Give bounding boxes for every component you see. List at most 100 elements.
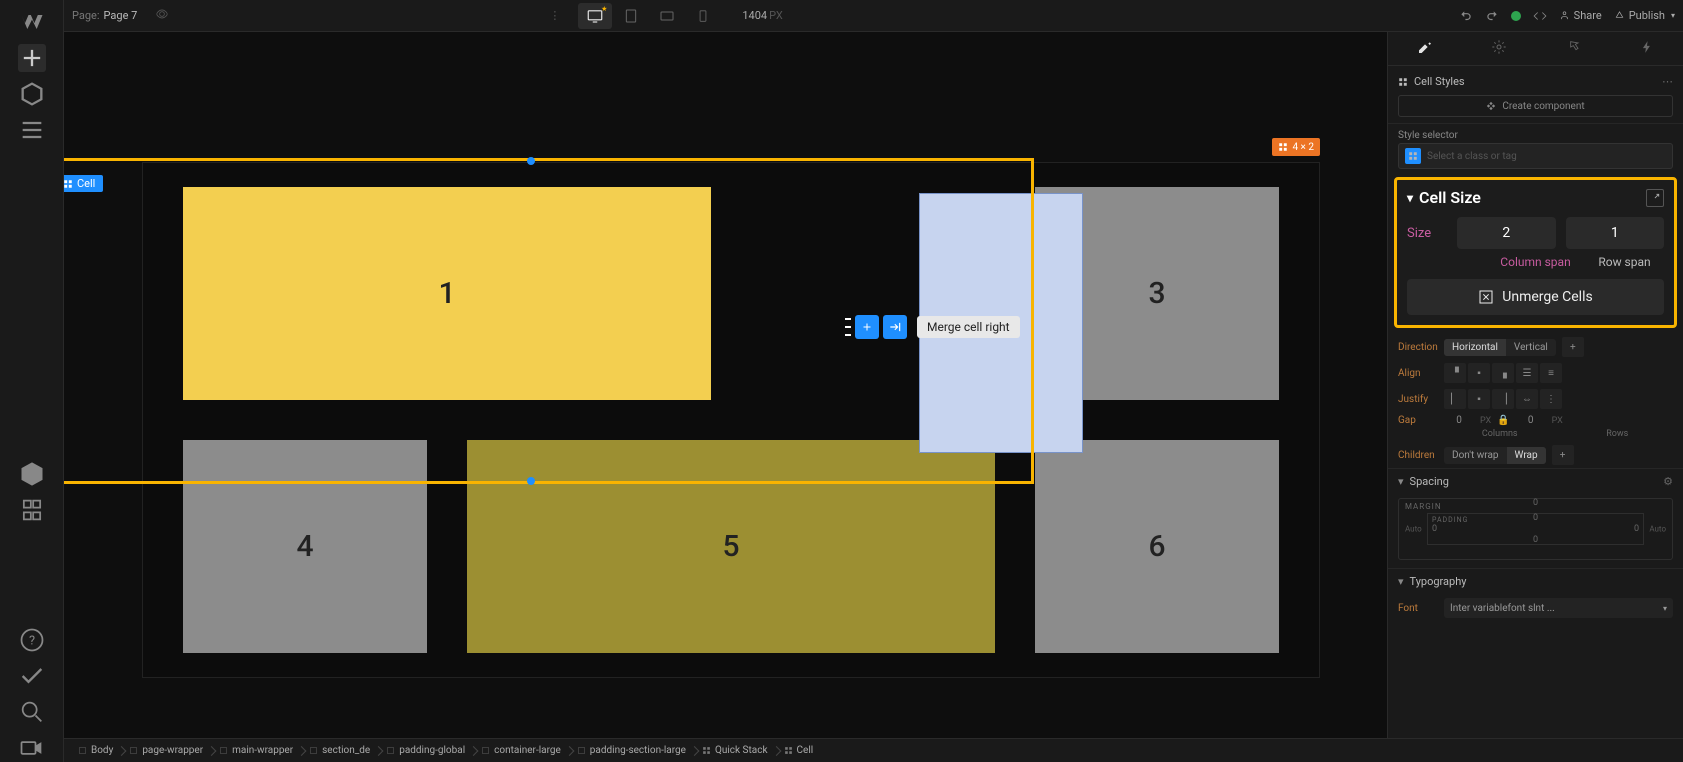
- margin-top[interactable]: 0: [1533, 498, 1538, 508]
- crumb-padding-global[interactable]: padding-global: [380, 743, 471, 758]
- viewport-size[interactable]: 1404PX: [742, 9, 782, 22]
- grid-size-badge[interactable]: 4 × 2: [1272, 138, 1320, 156]
- grid-cell-1[interactable]: 1: [183, 187, 711, 400]
- device-desktop[interactable]: ★: [578, 3, 612, 29]
- canvas[interactable]: 4 × 2 1 3 4 5 6 Merge cell right Cell: [64, 32, 1387, 738]
- crumb-cell[interactable]: Cell: [778, 743, 820, 758]
- align-end[interactable]: ▗: [1492, 363, 1514, 383]
- expand-icon[interactable]: [1646, 189, 1664, 207]
- tab-settings[interactable]: [1491, 39, 1507, 58]
- cms-button[interactable]: [18, 496, 46, 524]
- padding-left[interactable]: 0: [1432, 524, 1437, 534]
- justify-around[interactable]: ⋮: [1540, 389, 1562, 409]
- tab-style[interactable]: [1417, 39, 1433, 58]
- grid-cell-4[interactable]: 4: [183, 440, 427, 653]
- justify-start[interactable]: ▏: [1444, 389, 1466, 409]
- cell-size-card: ▾ Cell Size Size 2 1 Column span Row spa…: [1394, 177, 1677, 328]
- create-component-button[interactable]: Create component: [1398, 95, 1673, 117]
- merge-controls: Merge cell right: [845, 315, 1020, 339]
- export-code-icon[interactable]: [1533, 9, 1547, 23]
- spacing-header[interactable]: ▾ Spacing ⚙: [1388, 468, 1683, 494]
- children-wrap[interactable]: Wrap: [1507, 447, 1546, 464]
- children-nowrap[interactable]: Don't wrap: [1444, 447, 1507, 464]
- direction-vertical[interactable]: Vertical: [1506, 339, 1556, 356]
- crumb-quick-stack[interactable]: Quick Stack: [696, 743, 774, 758]
- device-mobile[interactable]: [686, 3, 720, 29]
- grid-cell-5[interactable]: 5: [467, 440, 995, 653]
- cell-styles-header[interactable]: Cell Styles ⋯: [1398, 72, 1673, 91]
- share-button[interactable]: Share: [1559, 9, 1602, 22]
- align-baseline[interactable]: ≡: [1540, 363, 1562, 383]
- spacing-control[interactable]: MARGIN 0 Auto Auto PADDING 0 0 0 0: [1398, 498, 1673, 560]
- column-span-input[interactable]: 2: [1457, 217, 1556, 249]
- chevron-down-icon[interactable]: ▾: [1407, 191, 1413, 205]
- crumb-container[interactable]: container-large: [475, 743, 567, 758]
- row-span-input[interactable]: 1: [1566, 217, 1665, 249]
- audit-button[interactable]: [18, 662, 46, 690]
- selection-tag-label: Cell: [77, 177, 95, 190]
- padding-right[interactable]: 0: [1634, 524, 1639, 534]
- tab-interactions[interactable]: [1566, 39, 1582, 58]
- font-select[interactable]: Inter variablefont slnt ... ▾: [1444, 598, 1673, 618]
- unmerge-cells-button[interactable]: Unmerge Cells: [1407, 279, 1664, 315]
- preview-icon[interactable]: [155, 7, 169, 24]
- page-menu-icon[interactable]: ⋮: [549, 9, 560, 22]
- gap-col-unit: PX: [1480, 416, 1491, 426]
- more-icon[interactable]: ⋯: [1662, 75, 1673, 88]
- navigator-button[interactable]: [18, 116, 46, 144]
- create-component-label: Create component: [1502, 101, 1584, 112]
- crumb-body[interactable]: Body: [72, 743, 119, 758]
- gap-cols-label: Columns: [1444, 429, 1556, 439]
- cell-styles-label: Cell Styles: [1414, 75, 1465, 88]
- search-button[interactable]: [18, 698, 46, 726]
- align-center[interactable]: ▪: [1468, 363, 1490, 383]
- device-tablet[interactable]: [614, 3, 648, 29]
- typography-header[interactable]: ▾ Typography: [1388, 568, 1683, 594]
- grid-cell-6[interactable]: 6: [1035, 440, 1279, 653]
- crumb-page-wrapper[interactable]: page-wrapper: [123, 743, 209, 758]
- svg-text:?: ?: [28, 634, 34, 649]
- assets-button[interactable]: [18, 460, 46, 488]
- crumb-section[interactable]: section_de: [303, 743, 376, 758]
- crumb-main-wrapper[interactable]: main-wrapper: [213, 743, 299, 758]
- selection-tag[interactable]: Cell: [64, 175, 103, 192]
- spacing-settings-icon[interactable]: ⚙: [1663, 475, 1673, 488]
- justify-row: Justify ▏ ▪ ▕ ⇔ ⋮: [1388, 386, 1683, 412]
- merge-right-button[interactable]: [883, 315, 907, 339]
- direction-more[interactable]: +: [1562, 337, 1584, 357]
- page-surface[interactable]: 4 × 2 1 3 4 5 6 Merge cell right: [142, 162, 1320, 678]
- merge-tooltip: Merge cell right: [917, 316, 1020, 338]
- components-button[interactable]: [18, 80, 46, 108]
- gap-col-value[interactable]: 0: [1444, 415, 1474, 426]
- undo-icon[interactable]: [1459, 9, 1473, 23]
- webflow-logo[interactable]: [18, 8, 46, 36]
- justify-between[interactable]: ⇔: [1516, 389, 1538, 409]
- add-element-button[interactable]: [18, 44, 46, 72]
- margin-right-auto[interactable]: Auto: [1649, 525, 1666, 534]
- component-icon: [1486, 101, 1496, 111]
- video-button[interactable]: [18, 734, 46, 762]
- gap-lock-icon[interactable]: 🔒: [1497, 415, 1509, 426]
- drag-handle-icon[interactable]: [845, 318, 851, 336]
- gap-row-value[interactable]: 0: [1516, 415, 1546, 426]
- unmerge-icon: [1478, 289, 1494, 305]
- gap-row: Gap 0 PX 🔒 0 PX: [1388, 412, 1683, 429]
- justify-center[interactable]: ▪: [1468, 389, 1490, 409]
- device-tablet-landscape[interactable]: [650, 3, 684, 29]
- align-start[interactable]: ▝: [1444, 363, 1466, 383]
- help-button[interactable]: ?: [18, 626, 46, 654]
- padding-bottom[interactable]: 0: [1533, 535, 1538, 545]
- margin-left-auto[interactable]: Auto: [1405, 525, 1422, 534]
- align-stretch[interactable]: ☰: [1516, 363, 1538, 383]
- justify-end[interactable]: ▕: [1492, 389, 1514, 409]
- direction-horizontal[interactable]: Horizontal: [1444, 339, 1506, 356]
- padding-top[interactable]: 0: [1533, 513, 1538, 523]
- children-more[interactable]: +: [1552, 445, 1574, 465]
- publish-button[interactable]: Publish▾: [1614, 9, 1675, 22]
- redo-icon[interactable]: [1485, 9, 1499, 23]
- style-selector-input[interactable]: Select a class or tag: [1398, 143, 1673, 169]
- crumb-padding-section[interactable]: padding-section-large: [571, 743, 692, 758]
- add-column-button[interactable]: [855, 315, 879, 339]
- page-name[interactable]: Page 7: [104, 9, 138, 22]
- tab-effects[interactable]: [1640, 40, 1654, 57]
